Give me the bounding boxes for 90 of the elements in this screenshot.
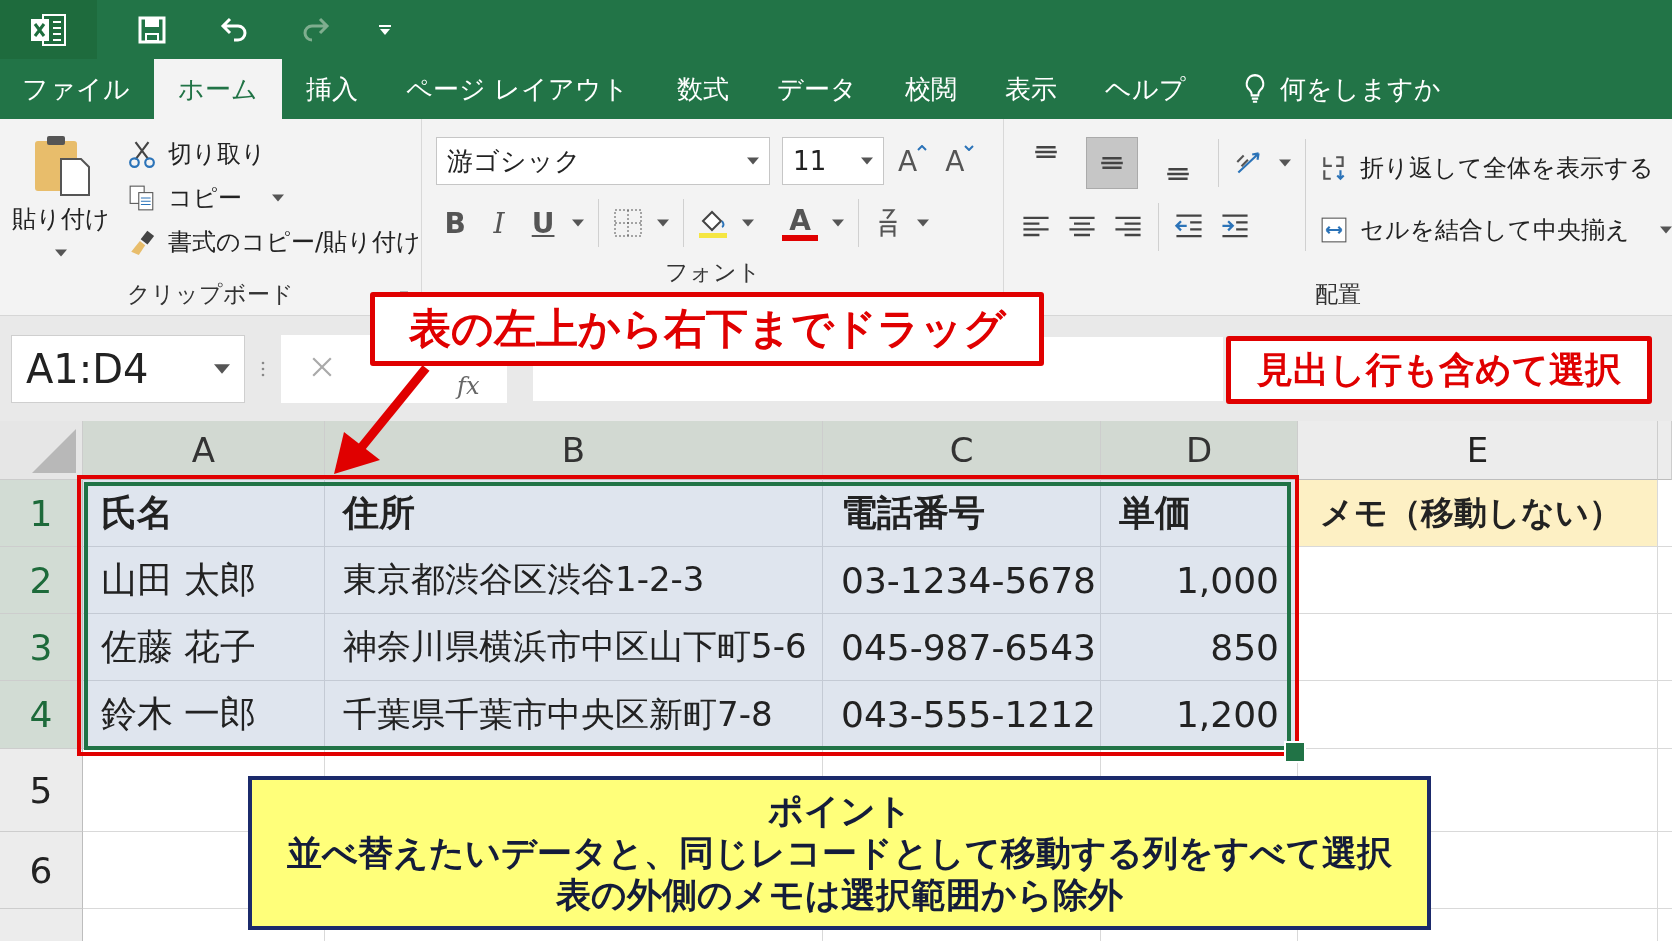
table-cell: 神奈川県横浜市中区山下町5-6 bbox=[325, 614, 823, 681]
vertical-align-button[interactable] bbox=[1086, 137, 1138, 189]
row-header[interactable]: 4 bbox=[0, 681, 83, 749]
caret-icon bbox=[861, 157, 874, 165]
caret-icon bbox=[747, 157, 760, 165]
font-color-button[interactable]: A bbox=[782, 205, 819, 241]
table-cell: 単価 bbox=[1101, 480, 1298, 547]
column-header[interactable]: A bbox=[83, 421, 325, 480]
table-cell: 住所 bbox=[325, 480, 823, 547]
table-cell: 千葉県千葉市中央区新町7-8 bbox=[325, 681, 823, 749]
fill-handle[interactable] bbox=[1284, 741, 1306, 763]
row-header[interactable]: 5 bbox=[0, 749, 83, 832]
table-cell: 043-555-1212 bbox=[823, 681, 1101, 749]
ribbon-tab[interactable]: ホーム bbox=[154, 59, 282, 119]
chevron-up-icon bbox=[917, 145, 928, 151]
table-cell: 佐藤 花子 bbox=[83, 614, 325, 681]
caret-icon bbox=[1660, 226, 1672, 234]
callout-tooltip: 見出し行も含めて選択 bbox=[1226, 336, 1652, 404]
cut-button[interactable]: 切り取り bbox=[128, 135, 422, 173]
table-cell: 045-987-6543 bbox=[823, 614, 1101, 681]
table-cell: 鈴木 一郎 bbox=[83, 681, 325, 749]
spreadsheet-logo-icon bbox=[28, 11, 69, 48]
ribbon-tab[interactable]: ファイル bbox=[0, 59, 154, 119]
merge-cells-icon bbox=[1320, 216, 1348, 244]
table-cell: 1,000 bbox=[1101, 547, 1298, 614]
tip-text: 表の外側のメモは選択範囲から除外 bbox=[556, 874, 1123, 916]
paste-button[interactable]: 貼り付け bbox=[12, 129, 110, 273]
table-cell: 03-1234-5678 bbox=[823, 547, 1101, 614]
caret-icon bbox=[272, 194, 284, 202]
scissors-icon bbox=[128, 140, 156, 168]
group-label: フォント bbox=[664, 258, 761, 287]
ribbon-tab[interactable]: ページ レイアウト bbox=[382, 59, 654, 119]
copy-button[interactable]: コピー bbox=[128, 179, 422, 217]
lightbulb-icon bbox=[1244, 73, 1267, 105]
caret-icon[interactable] bbox=[917, 219, 930, 227]
column-header[interactable]: E bbox=[1298, 421, 1658, 480]
ribbon-tab[interactable]: 数式 bbox=[653, 59, 754, 119]
name-box[interactable]: A1:D4 bbox=[11, 334, 245, 403]
ribbon-tab[interactable]: ヘルプ bbox=[1081, 59, 1211, 119]
merge-center-button[interactable]: セルを結合して中央揃え bbox=[1320, 211, 1672, 249]
caret-icon[interactable] bbox=[742, 219, 755, 227]
caret-icon[interactable] bbox=[572, 219, 585, 227]
table-cell: 山田 太郎 bbox=[83, 547, 325, 614]
caret-icon bbox=[55, 249, 67, 257]
ribbon-tab[interactable]: 表示 bbox=[981, 59, 1082, 119]
bold-button[interactable]: B bbox=[440, 201, 471, 245]
lines-icon bbox=[1101, 157, 1123, 169]
ribbon-tab[interactable]: データ bbox=[753, 59, 882, 119]
triangle-icon bbox=[32, 429, 76, 473]
caret-icon[interactable] bbox=[1279, 159, 1291, 167]
table-cell: 電話番号 bbox=[823, 480, 1101, 547]
insert-function-button[interactable]: fx bbox=[457, 372, 480, 399]
group-label: クリップボード bbox=[127, 279, 295, 309]
copy-icon bbox=[128, 184, 156, 212]
italic-button[interactable]: I bbox=[484, 201, 515, 245]
caret-icon[interactable] bbox=[832, 219, 845, 227]
lines-icon bbox=[1167, 168, 1189, 180]
tell-me-button[interactable]: 何をしますか bbox=[1244, 59, 1442, 119]
font-name-dropdown[interactable]: 游ゴシック bbox=[436, 137, 771, 185]
format-painter-button[interactable]: 書式のコピー/貼り付け bbox=[128, 223, 422, 261]
row-header[interactable]: 1 bbox=[0, 480, 83, 547]
grow-font-button[interactable]: A bbox=[894, 139, 932, 183]
caret-icon[interactable] bbox=[657, 219, 670, 227]
table-cell: 東京都渋谷区渋谷1-2-3 bbox=[325, 547, 823, 614]
row-header[interactable]: 3 bbox=[0, 614, 83, 681]
group-label: 配置 bbox=[1315, 279, 1361, 309]
ribbon-tab[interactable]: 挿入 bbox=[282, 59, 382, 119]
column-header[interactable]: C bbox=[823, 421, 1101, 480]
save-icon[interactable] bbox=[137, 14, 167, 45]
row-header[interactable]: 6 bbox=[0, 832, 83, 909]
caret-icon bbox=[214, 363, 230, 374]
callout-tooltip: 表の左上から右下までドラッグ bbox=[370, 292, 1044, 366]
tip-text: 並べ替えたいデータと、同じレコードとして移動する列をすべて選択 bbox=[287, 832, 1392, 874]
table-cell: 1,200 bbox=[1101, 681, 1298, 749]
note-cell: メモ（移動しない） bbox=[1298, 480, 1658, 547]
paintbrush-icon bbox=[128, 228, 156, 256]
lines-icon bbox=[1035, 146, 1057, 158]
font-size-dropdown[interactable]: 11 bbox=[782, 137, 885, 185]
ribbon-tab[interactable]: 校閲 bbox=[881, 59, 982, 119]
wrap-text-button[interactable]: 折り返して全体を表示する bbox=[1320, 149, 1672, 187]
shrink-font-button[interactable]: A bbox=[941, 139, 979, 183]
table-cell: 氏名 bbox=[83, 480, 325, 547]
underline-button[interactable]: U bbox=[528, 201, 559, 245]
chevron-down-icon bbox=[964, 145, 975, 151]
tip-title: ポイント bbox=[767, 790, 912, 832]
grip-dots-icon bbox=[261, 360, 265, 377]
customize-caret-icon[interactable] bbox=[377, 23, 393, 36]
column-header[interactable]: D bbox=[1101, 421, 1298, 480]
table-cell: 850 bbox=[1101, 614, 1298, 681]
row-header[interactable]: 2 bbox=[0, 547, 83, 614]
